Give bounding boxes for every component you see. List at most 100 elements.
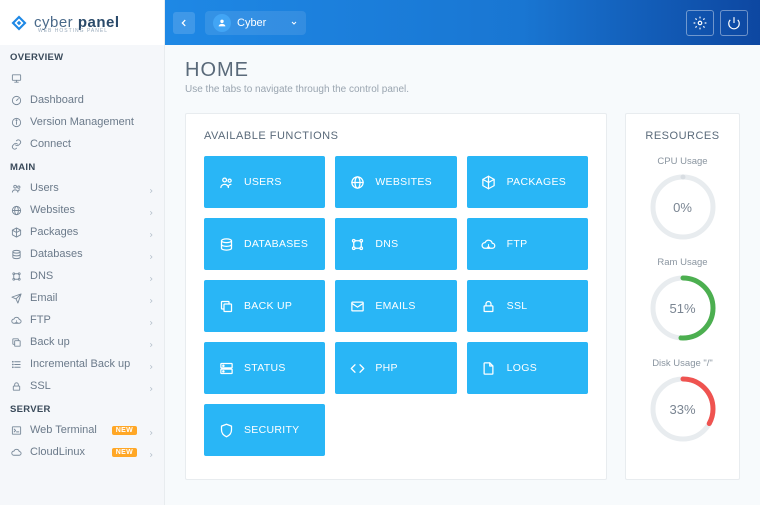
sidebar-item-label: FTP [30,314,140,326]
sidebar-item-label: Email [30,292,140,304]
terminal-icon [10,424,22,436]
users-icon [218,174,234,190]
tile-ssl[interactable]: SSL [467,280,588,332]
gauge-label: Ram Usage [644,257,721,268]
dashboard-icon [10,94,22,106]
sidebar-item-label: CloudLinux [30,446,104,458]
power-button[interactable] [720,10,748,36]
tile-emails[interactable]: EMAILS [335,280,456,332]
functions-title: AVAILABLE FUNCTIONS [204,130,588,142]
tile-ftp[interactable]: FTP [467,218,588,270]
chevron-right-icon [148,295,154,301]
chevron-right-icon [148,317,154,323]
tile-label: DATABASES [244,238,308,250]
sidebar-item-dns[interactable]: DNS [0,265,164,287]
tile-label: USERS [244,176,282,188]
gauge-value: 51% [649,274,717,342]
file-icon [481,360,497,376]
tile-users[interactable]: USERS [204,156,325,208]
tile-label: PACKAGES [507,176,566,188]
gauge-value: 33% [649,375,717,443]
gauge-cpu: 0% [649,173,717,241]
chevron-right-icon [148,449,154,455]
tile-databases[interactable]: DATABASES [204,218,325,270]
tile-status[interactable]: STATUS [204,342,325,394]
sidebar-item-label: Websites [30,204,140,216]
sidebar-item-users[interactable]: Users [0,177,164,199]
sidebar-item-web-terminal[interactable]: Web TerminalNEW [0,419,164,441]
sidebar-item-websites[interactable]: Websites [0,199,164,221]
sidebar-item-packages[interactable]: Packages [0,221,164,243]
dns-icon [10,270,22,282]
brand: cyber panel WEB HOSTING PANEL [0,0,164,45]
tile-label: DNS [375,238,398,250]
gauge-label: CPU Usage [644,156,721,167]
sidebar-item-label: Dashboard [30,94,154,106]
tile-label: SECURITY [244,424,300,436]
tile-security[interactable]: SECURITY [204,404,325,456]
sidebar-item-item[interactable] [0,67,164,89]
resources-title: RESOURCES [644,130,721,142]
users-icon [10,182,22,194]
code-icon [349,360,365,376]
desktop-icon [10,72,22,84]
sidebar-item-label: Back up [30,336,140,348]
tile-label: FTP [507,238,528,250]
tile-packages[interactable]: PACKAGES [467,156,588,208]
sidebar-item-incremental-back-up[interactable]: Incremental Back up [0,353,164,375]
tile-label: PHP [375,362,398,374]
copy-icon [10,336,22,348]
sidebar-item-label: Connect [30,138,154,150]
globe-icon [10,204,22,216]
page-subtitle: Use the tabs to navigate through the con… [185,84,740,95]
sidebar-item-email[interactable]: Email [0,287,164,309]
sidebar-item-label: Version Management [30,116,154,128]
settings-button[interactable] [686,10,714,36]
sidebar-item-label: SSL [30,380,140,392]
user-dropdown[interactable]: Cyber [205,11,306,35]
link-icon [10,138,22,150]
cloud-icon [481,236,497,252]
sidebar-item-version-management[interactable]: Version Management [0,111,164,133]
chevron-right-icon [148,361,154,367]
sidebar-item-cloudlinux[interactable]: CloudLinux NEW [0,441,164,463]
sidebar: cyber panel WEB HOSTING PANEL OVERVIEWDa… [0,0,165,505]
package-icon [481,174,497,190]
sidebar-section-title: SERVER [0,397,164,419]
chevron-right-icon [148,185,154,191]
sidebar-collapse-button[interactable] [173,12,195,34]
chevron-right-icon [148,207,154,213]
tile-back-up[interactable]: BACK UP [204,280,325,332]
sidebar-item-ftp[interactable]: FTP [0,309,164,331]
chevron-right-icon [148,427,154,433]
chevron-right-icon [148,273,154,279]
copy-icon [218,298,234,314]
sidebar-item-dashboard[interactable]: Dashboard [0,89,164,111]
cloud-icon [10,314,22,326]
tile-label: STATUS [244,362,286,374]
dns-icon [349,236,365,252]
gear-icon [693,16,707,30]
gauge-ram: 51% [649,274,717,342]
gauge-label: Disk Usage "/" [644,358,721,369]
tile-label: BACK UP [244,300,292,312]
tile-logs[interactable]: LOGS [467,342,588,394]
lock-icon [10,380,22,392]
tile-dns[interactable]: DNS [335,218,456,270]
tile-php[interactable]: PHP [335,342,456,394]
sidebar-item-ssl[interactable]: SSL [0,375,164,397]
avatar-icon [213,14,231,32]
topbar: Cyber [165,0,760,45]
sidebar-item-label: DNS [30,270,140,282]
chevron-right-icon [148,229,154,235]
new-badge: NEW [112,448,137,457]
list-icon [10,358,22,370]
gauge-disk: 33% [649,375,717,443]
sidebar-item-connect[interactable]: Connect [0,133,164,155]
tile-websites[interactable]: WEBSITES [335,156,456,208]
sidebar-item-back-up[interactable]: Back up [0,331,164,353]
sidebar-item-databases[interactable]: Databases [0,243,164,265]
sidebar-item-label: Users [30,182,140,194]
mail-icon [349,298,365,314]
tile-label: WEBSITES [375,176,432,188]
